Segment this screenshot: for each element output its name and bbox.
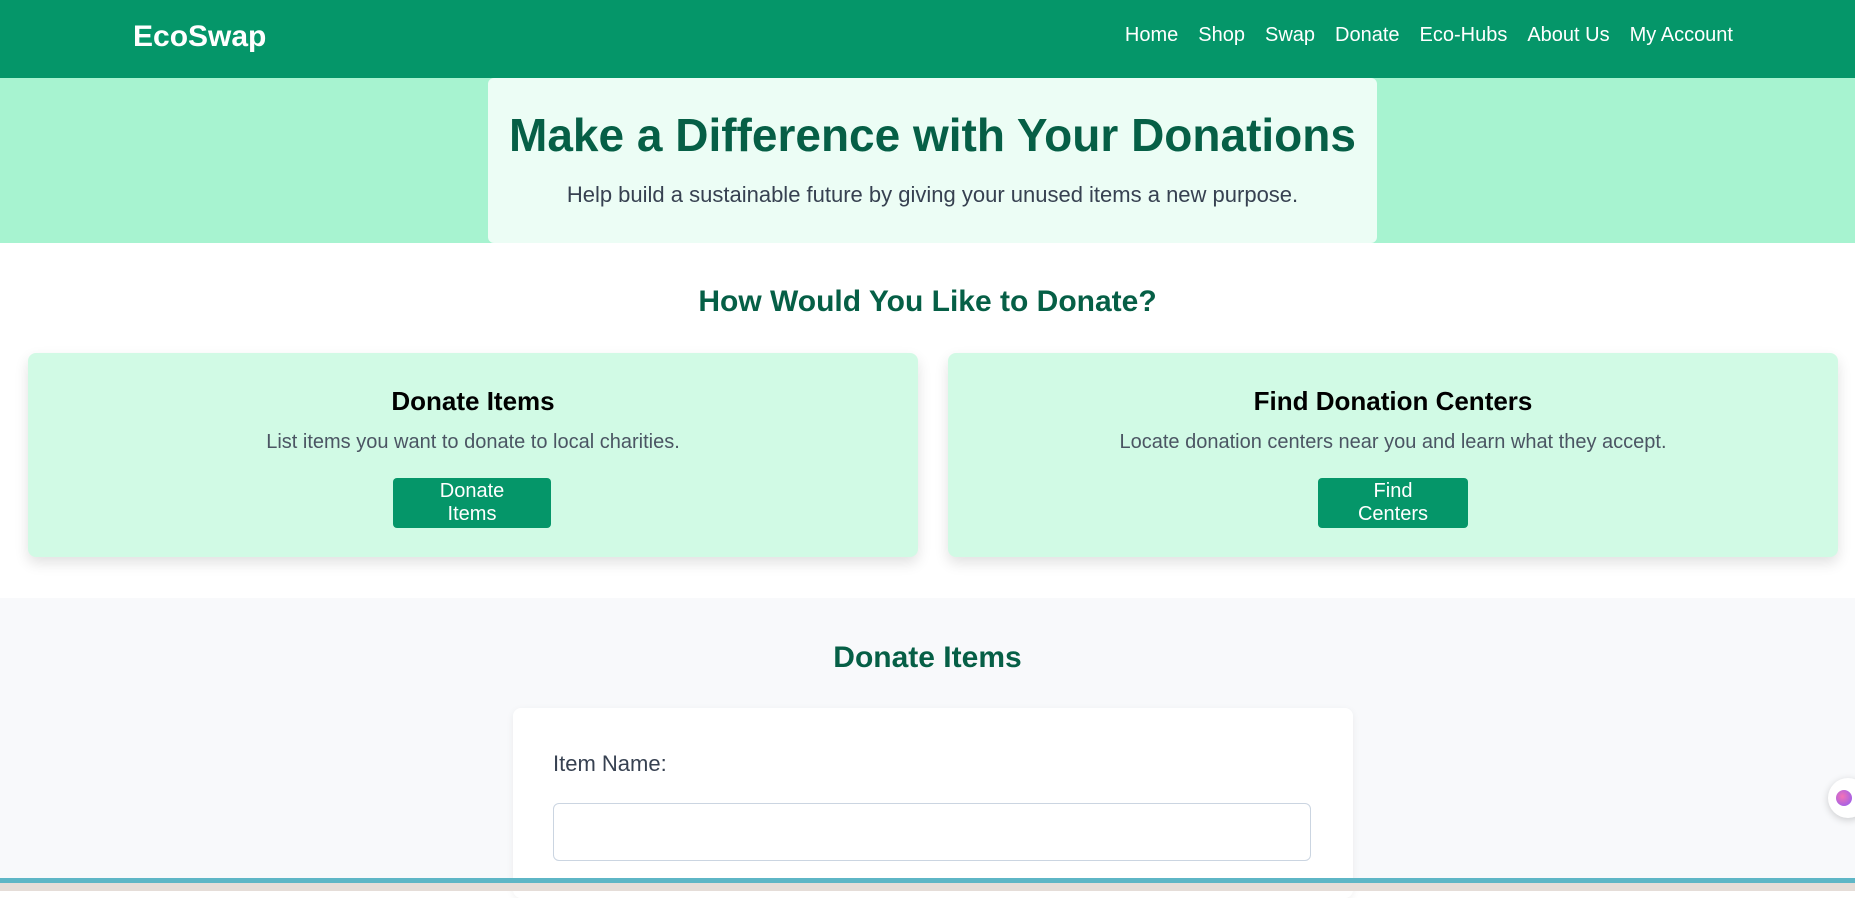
hero-subtitle: Help build a sustainable future by givin…: [566, 182, 1299, 207]
donate-items-card-text: List items you want to donate to local c…: [266, 431, 680, 453]
find-centers-button[interactable]: Find Centers: [1318, 478, 1468, 528]
donate-form-heading: Donate Items: [833, 641, 1022, 674]
donate-form-section: Donate Items Item Name:: [0, 598, 1855, 898]
hero-card: Make a Difference with Your Donations He…: [488, 78, 1377, 243]
assistant-icon: [1836, 790, 1852, 806]
donation-options-heading: How Would You Like to Donate?: [698, 285, 1157, 318]
nav-link-about-us[interactable]: About Us: [1527, 24, 1609, 47]
nav-link-eco-hubs[interactable]: Eco-Hubs: [1420, 24, 1508, 47]
item-name-label: Item Name:: [553, 751, 667, 776]
find-centers-card-title: Find Donation Centers: [1253, 386, 1533, 416]
donate-items-card-title: Donate Items: [391, 386, 555, 416]
donate-form-card: Item Name:: [513, 708, 1353, 898]
bottom-strip: [0, 878, 1855, 891]
brand-logo[interactable]: EcoSwap: [133, 20, 266, 54]
find-centers-card-text: Locate donation centers near you and lea…: [1119, 431, 1667, 453]
hero-title: Make a Difference with Your Donations: [509, 109, 1356, 161]
item-name-input[interactable]: [553, 803, 1311, 861]
hero-section: Make a Difference with Your Donations He…: [0, 78, 1855, 243]
nav-link-my-account[interactable]: My Account: [1630, 24, 1733, 47]
donate-items-card: Donate Items List items you want to dona…: [28, 353, 918, 557]
nav-link-home[interactable]: Home: [1125, 24, 1178, 47]
main-nav: Home Shop Swap Donate Eco-Hubs About Us …: [1125, 24, 1733, 47]
find-centers-card: Find Donation Centers Locate donation ce…: [948, 353, 1838, 557]
nav-link-donate[interactable]: Donate: [1335, 24, 1400, 47]
nav-link-swap[interactable]: Swap: [1265, 24, 1315, 47]
donate-items-button[interactable]: Donate Items: [393, 478, 551, 528]
top-navbar: EcoSwap Home Shop Swap Donate Eco-Hubs A…: [0, 0, 1855, 78]
nav-link-shop[interactable]: Shop: [1198, 24, 1245, 47]
